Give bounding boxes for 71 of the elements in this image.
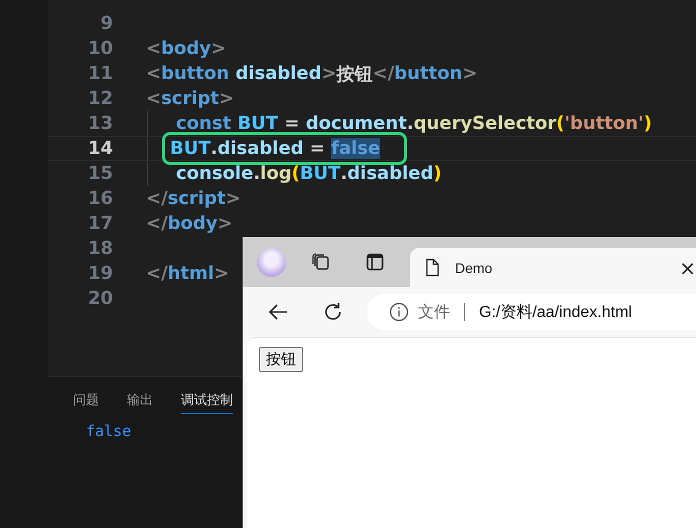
- code-token: .: [340, 163, 348, 184]
- url-text: G:/资料/aa/index.html: [479, 302, 632, 322]
- code-token: (: [556, 113, 564, 134]
- line-number: 9: [99, 13, 113, 34]
- line-number: 13: [86, 113, 113, 134]
- document-icon: [425, 258, 440, 277]
- code-token: 按钮: [336, 62, 373, 86]
- code-token: disabled: [217, 138, 304, 159]
- code-token: querySelector: [414, 113, 556, 134]
- code-token: BUT: [236, 113, 278, 134]
- address-bar[interactable]: 文件 G:/资料/aa/index.html: [367, 294, 696, 330]
- line-number: 20: [86, 288, 113, 309]
- code-token: =: [283, 113, 300, 134]
- code-token: disabled: [347, 163, 434, 184]
- code-token: log: [260, 163, 292, 184]
- code-token: false: [331, 138, 380, 159]
- line-number: 10: [86, 38, 113, 59]
- line-number: 17: [86, 213, 113, 234]
- file-label: 文件: [418, 302, 450, 322]
- code-token: >: [210, 38, 226, 59]
- code-token: .: [406, 113, 414, 134]
- code-token: document: [306, 113, 407, 134]
- line-number: 18: [86, 238, 113, 259]
- code-token: button: [161, 63, 230, 84]
- code-token: console: [176, 163, 254, 184]
- code-token: </: [372, 63, 394, 84]
- code-token: >: [462, 63, 478, 84]
- code-token: html: [168, 263, 214, 284]
- tab-title: Demo: [455, 260, 492, 276]
- code-token: >: [218, 213, 233, 234]
- code-token: <: [146, 38, 162, 59]
- line-number: 11: [86, 63, 113, 84]
- line-number: 15: [86, 163, 113, 184]
- code-token: BUT: [170, 138, 211, 159]
- browser-tab[interactable]: Demo ×: [410, 248, 696, 287]
- code-token: </: [146, 188, 168, 209]
- code-token: >: [219, 88, 234, 109]
- code-token: >: [322, 63, 337, 84]
- sidebar-icon[interactable]: [365, 252, 385, 272]
- panel-tab[interactable]: 输出: [127, 389, 153, 414]
- code-token: <: [146, 88, 162, 109]
- code-token: (: [292, 163, 300, 184]
- code-token: body: [168, 213, 218, 234]
- code-token: .: [253, 163, 260, 184]
- info-icon[interactable]: [389, 302, 409, 322]
- code-token: body: [161, 38, 211, 59]
- code-token: >: [226, 188, 241, 209]
- line-number: 14: [86, 138, 113, 159]
- workspaces-icon[interactable]: [311, 252, 331, 272]
- code-token: script: [161, 88, 220, 109]
- code-token: </: [146, 263, 168, 284]
- code-token: </: [146, 213, 168, 234]
- code-token: ): [644, 113, 652, 134]
- code-token: <: [146, 63, 162, 84]
- code-token: BUT: [300, 163, 340, 184]
- line-number: 19: [86, 263, 113, 284]
- code-token: .: [210, 138, 218, 159]
- code-token: disabled: [234, 63, 322, 84]
- panel-tab[interactable]: 调试控制: [181, 389, 233, 414]
- code-token: const: [176, 113, 232, 134]
- panel-tab[interactable]: 问题: [73, 389, 99, 414]
- code-token: button: [394, 63, 462, 84]
- code-token: =: [308, 138, 326, 159]
- code-token: 'button': [564, 113, 644, 134]
- code-token: >: [214, 263, 230, 284]
- code-token: ): [433, 163, 442, 184]
- page-button[interactable]: 按钮: [259, 347, 303, 372]
- code-token: script: [168, 188, 226, 209]
- line-number: 12: [86, 88, 113, 109]
- line-number: 16: [86, 188, 113, 209]
- console-output: false: [86, 422, 132, 440]
